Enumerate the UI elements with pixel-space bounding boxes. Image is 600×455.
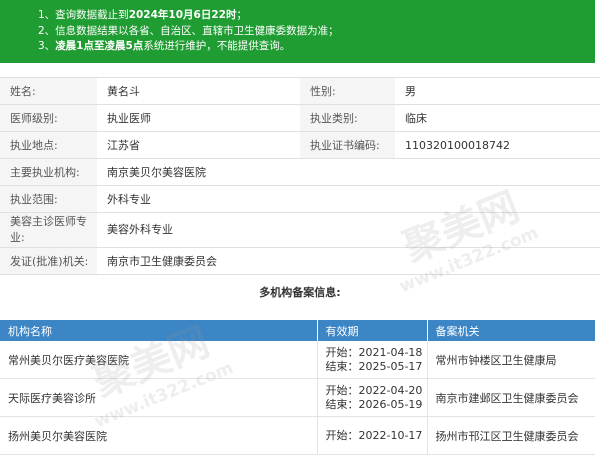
scope-value: 外科专业 [97,185,600,213]
cosmetic-label: 美容主诊医师专业: [0,212,97,248]
info-row: 医师级别: 执业医师 执业类别: 临床 [0,104,600,132]
row-org: 天际医疗美容诊所 [0,378,318,417]
registry-header-row: 机构名称 有效期 备案机关 [0,320,595,341]
row-end: 结束：2025-05-17 [325,359,423,373]
notice-banner: 1、查询数据截止到2024年10月6日22时； 2、信息数据结果以各省、自治区、… [0,0,595,63]
row-authority: 常州市钟楼区卫生健康局 [427,341,595,379]
notice-line-3: 3、凌晨1点至凌晨5点系统进行维护，不能提供查询。 [38,40,291,52]
row-validity: 开始：2021-04-18 结束：2025-05-17 [317,341,428,379]
row-validity: 开始：2022-04-20 结束：2026-05-19 [317,378,428,417]
issuer-label: 发证(批准)机关: [0,247,97,275]
info-row: 美容主诊医师专业: 美容外科专业 [0,212,600,248]
info-row: 发证(批准)机关: 南京市卫生健康委员会 [0,247,600,275]
doctor-info-table: 姓名: 黄名斗 性别: 男 医师级别: 执业医师 执业类别: 临床 执业地点: … [0,77,600,275]
level-value: 执业医师 [97,104,300,132]
issuer-value: 南京市卫生健康委员会 [97,247,600,275]
row-org: 常州美贝尔医疗美容医院 [0,341,318,379]
name-label: 姓名: [0,77,97,105]
row-start: 开始：2021-04-18 [325,345,423,359]
header-org: 机构名称 [0,320,318,341]
registry-table: 机构名称 有效期 备案机关 常州美贝尔医疗美容医院 开始：2021-04-18 … [0,320,595,455]
table-row: 扬州美贝尔美容医院 开始：2022-10-17 扬州市邗江区卫生健康委员会 [0,416,595,455]
org-value: 南京美贝尔美容医院 [97,158,600,186]
notice-line-2: 2、信息数据结果以各省、自治区、直辖市卫生健康委数据为准； [38,24,339,37]
place-label: 执业地点: [0,131,97,159]
cosmetic-value: 美容外科专业 [97,212,600,248]
notice-line-1: 1、查询数据截止到2024年10月6日22时； [38,9,247,21]
header-authority: 备案机关 [427,320,595,341]
row-start: 开始：2022-10-17 [325,428,423,442]
table-row: 天际医疗美容诊所 开始：2022-04-20 结束：2026-05-19 南京市… [0,378,595,417]
table-row: 常州美贝尔医疗美容医院 开始：2021-04-18 结束：2025-05-17 … [0,341,595,379]
cert-value: 110320100018742 [395,131,600,159]
category-label: 执业类别: [300,104,395,132]
row-authority: 扬州市邗江区卫生健康委员会 [427,416,595,455]
name-value: 黄名斗 [97,77,300,105]
registry-title: 多机构备案信息: [259,286,341,299]
gender-label: 性别: [300,77,395,105]
row-org: 扬州美贝尔美容医院 [0,416,318,455]
cert-label: 执业证书编码: [300,131,395,159]
scope-label: 执业范围: [0,185,97,213]
row-validity: 开始：2022-10-17 [317,416,428,455]
place-value: 江苏省 [97,131,300,159]
header-validity: 有效期 [317,320,428,341]
category-value: 临床 [395,104,600,132]
info-row: 主要执业机构: 南京美贝尔美容医院 [0,158,600,186]
info-row: 执业地点: 江苏省 执业证书编码: 110320100018742 [0,131,600,159]
gender-value: 男 [395,77,600,105]
row-end: 结束：2026-05-19 [325,397,423,411]
info-row: 姓名: 黄名斗 性别: 男 [0,77,600,105]
level-label: 医师级别: [0,104,97,132]
org-label: 主要执业机构: [0,158,97,186]
row-authority: 南京市建邺区卫生健康委员会 [427,378,595,417]
info-row: 执业范围: 外科专业 [0,185,600,213]
row-start: 开始：2022-04-20 [325,383,423,397]
